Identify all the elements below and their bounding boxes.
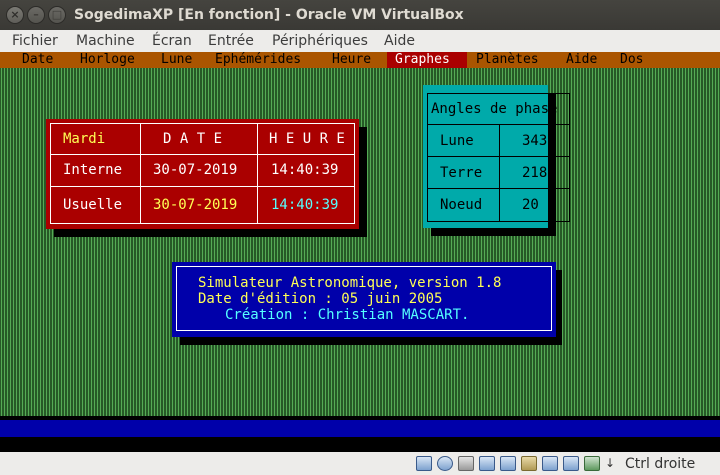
- about-version: Simulateur Astronomique, version 1.8: [198, 275, 502, 291]
- phase-label-noeud: Noeud: [440, 197, 483, 213]
- phase-box-shadow: [431, 228, 556, 236]
- video-capture-icon[interactable]: [563, 456, 579, 471]
- dos-menu-aide[interactable]: Aide: [566, 52, 606, 68]
- lune-value-cell: 343: [499, 124, 570, 157]
- menu-entree[interactable]: Entrée: [208, 32, 254, 50]
- vbox-menu-bar: Fichier Machine Écran Entrée Périphériqu…: [0, 30, 720, 52]
- about-author: Création : Christian MASCART.: [225, 307, 470, 323]
- usual-date: 30-07-2019: [153, 197, 238, 213]
- phase-value-terre: 218: [522, 165, 548, 181]
- about-edition-date: Date d'édition : 05 juin 2005: [198, 291, 443, 307]
- usuelle-time-cell: 14:40:39: [257, 186, 355, 224]
- maximize-window-button[interactable]: □: [48, 6, 66, 24]
- date-time-panel: Mardi D A T E H E U R E Interne 30-07-20…: [46, 119, 359, 229]
- phase-angles-panel: Angles de phase Lune 343 Terre 218 Noeud…: [423, 85, 570, 228]
- time-header: H E U R E: [269, 131, 345, 147]
- hard-disk-icon[interactable]: [416, 456, 432, 471]
- lune-label-cell: Lune: [427, 124, 500, 157]
- noeud-value-cell: 20: [499, 188, 570, 222]
- guest-screen[interactable]: Date Horloge Lune Ephémérides Heure Grap…: [0, 52, 720, 452]
- audio-icon[interactable]: [458, 456, 474, 471]
- vbox-status-bar: ↓ Ctrl droite: [0, 452, 720, 475]
- date-box-shadow-side: [359, 127, 367, 237]
- phase-label-lune: Lune: [440, 133, 474, 149]
- menu-machine[interactable]: Machine: [76, 32, 135, 50]
- interne-time-cell: 14:40:39: [257, 154, 355, 187]
- network-icon[interactable]: [479, 456, 495, 471]
- interne-date-cell: 30-07-2019: [140, 154, 258, 187]
- menu-fichier[interactable]: Fichier: [12, 32, 58, 50]
- row-label-interne: Interne: [63, 162, 123, 178]
- terre-value-cell: 218: [499, 156, 570, 189]
- dos-menu-date[interactable]: Date: [22, 52, 66, 68]
- window-titlebar[interactable]: × – □ SogedimaXP [En fonction] - Oracle …: [0, 0, 720, 30]
- date-header: D A T E: [163, 131, 223, 147]
- phase-title: Angles de phase: [431, 101, 558, 117]
- menu-peripheriques[interactable]: Périphériques: [272, 32, 368, 50]
- usual-time: 14:40:39: [271, 197, 339, 213]
- day-label: Mardi: [63, 131, 106, 147]
- close-window-button[interactable]: ×: [6, 6, 24, 24]
- shared-folders-icon[interactable]: [521, 456, 537, 471]
- dos-status-bar: [0, 420, 720, 437]
- optical-drive-icon[interactable]: [437, 456, 453, 471]
- menu-aide[interactable]: Aide: [384, 32, 415, 50]
- dos-menu-lune[interactable]: Lune: [161, 52, 201, 68]
- day-cell: Mardi: [50, 123, 141, 155]
- info-box-shadow-side: [556, 270, 562, 345]
- noeud-label-cell: Noeud: [427, 188, 500, 222]
- menu-ecran[interactable]: Écran: [152, 32, 192, 50]
- virtualization-icon[interactable]: [584, 456, 600, 471]
- about-panel: Simulateur Astronomique, version 1.8 Dat…: [172, 262, 556, 337]
- usb-icon[interactable]: [500, 456, 516, 471]
- phase-value-noeud: 20: [522, 197, 539, 213]
- phase-title-cell: Angles de phase: [427, 93, 570, 125]
- internal-date: 30-07-2019: [153, 162, 238, 178]
- internal-time: 14:40:39: [271, 162, 339, 178]
- date-header-cell: D A T E: [140, 123, 258, 155]
- dos-menu-ephemerides[interactable]: Ephémérides: [215, 52, 319, 68]
- keyboard-arrow-icon[interactable]: ↓: [605, 456, 621, 471]
- terre-label-cell: Terre: [427, 156, 500, 189]
- dos-menu-graphes[interactable]: Graphes: [387, 52, 467, 68]
- dos-menu-horloge[interactable]: Horloge: [80, 52, 146, 68]
- about-frame: Simulateur Astronomique, version 1.8 Dat…: [176, 266, 552, 331]
- phase-label-terre: Terre: [440, 165, 483, 181]
- row-label-usuelle: Usuelle: [63, 197, 123, 213]
- phase-value-lune: 343: [522, 133, 548, 149]
- host-key-label: Ctrl droite: [625, 456, 696, 472]
- dos-menu-dos[interactable]: Dos: [620, 52, 650, 68]
- interne-label-cell: Interne: [50, 154, 141, 187]
- usuelle-label-cell: Usuelle: [50, 186, 141, 224]
- window-title: SogedimaXP [En fonction] - Oracle VM Vir…: [74, 7, 464, 23]
- dos-menu-planetes[interactable]: Planètes: [476, 52, 552, 68]
- date-box-shadow: [54, 229, 367, 237]
- time-header-cell: H E U R E: [257, 123, 355, 155]
- info-box-shadow: [180, 337, 562, 345]
- display-icon[interactable]: [542, 456, 558, 471]
- minimize-window-button[interactable]: –: [27, 6, 45, 24]
- usuelle-date-cell: 30-07-2019: [140, 186, 258, 224]
- dos-menu-bar: Date Horloge Lune Ephémérides Heure Grap…: [0, 52, 720, 68]
- dos-menu-heure[interactable]: Heure: [332, 52, 380, 68]
